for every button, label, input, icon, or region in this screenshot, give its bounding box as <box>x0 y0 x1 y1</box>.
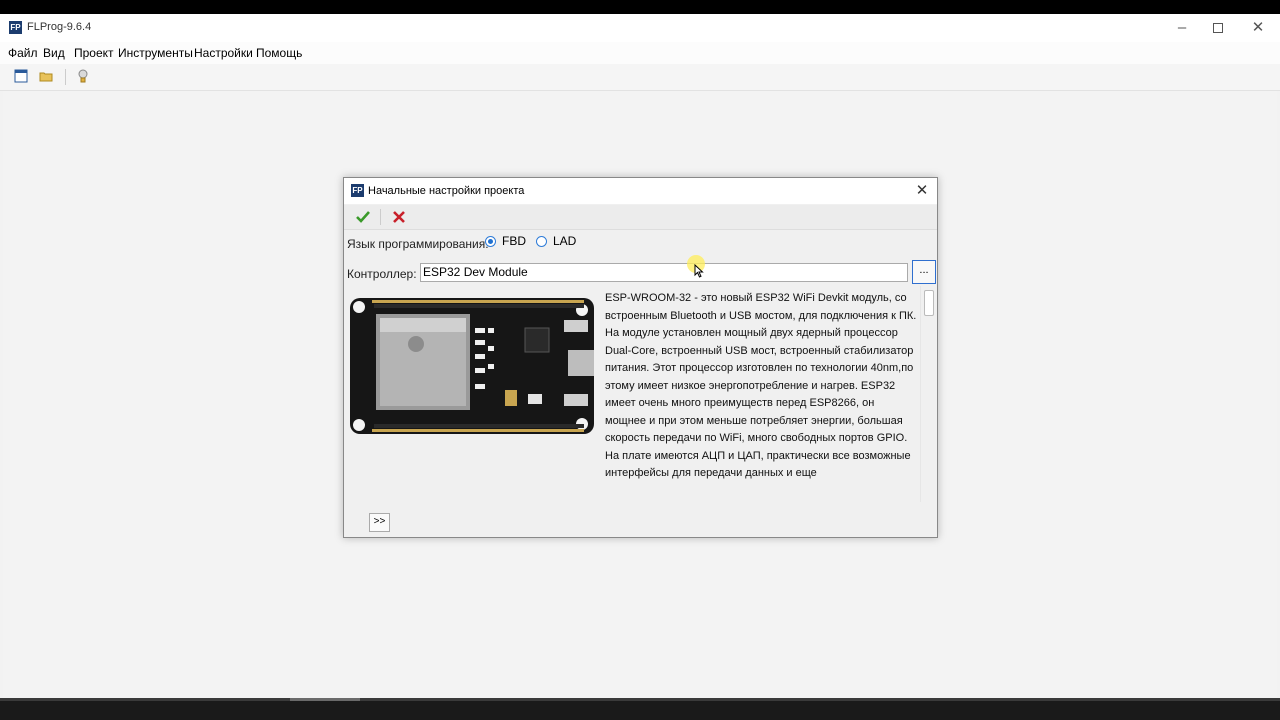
taskbar <box>0 698 1280 720</box>
taskbar-strip <box>0 698 1280 701</box>
new-project-button[interactable] <box>14 69 30 85</box>
menu-settings[interactable]: Настройки <box>194 46 253 60</box>
scrollbar-thumb[interactable] <box>924 290 934 316</box>
menu-bar: Файл Вид Проект Инструменты Настройки По… <box>0 42 1280 64</box>
radio-lad[interactable] <box>536 235 547 247</box>
window-titlebar[interactable]: FP FLProg-9.6.4 – ✕ <box>0 14 1280 42</box>
dialog-toolbar <box>344 205 937 230</box>
app-logo-icon: FP <box>9 21 22 34</box>
mouse-cursor-icon <box>694 264 704 278</box>
next-button[interactable]: >> <box>369 513 390 532</box>
close-button[interactable]: ✕ <box>1238 14 1278 42</box>
maximize-icon <box>1213 23 1223 33</box>
lamp-icon <box>78 69 88 83</box>
radio-fbd-label: FBD <box>502 234 526 248</box>
language-option-fbd[interactable]: FBD <box>485 234 526 248</box>
debug-button[interactable] <box>76 69 92 85</box>
toolbar-separator <box>65 69 66 85</box>
main-toolbar <box>0 64 1280 91</box>
menu-tools[interactable]: Инструменты <box>118 46 193 60</box>
maximize-button[interactable] <box>1198 14 1238 42</box>
browse-controller-button[interactable]: ... <box>912 260 936 284</box>
new-project-icon <box>14 69 28 83</box>
cross-icon <box>393 211 405 223</box>
cancel-button[interactable] <box>390 208 408 226</box>
esp32-board-image <box>350 298 594 434</box>
folder-icon <box>39 72 53 82</box>
dialog-titlebar[interactable]: FP Начальные настройки проекта ✕ <box>344 178 937 204</box>
controller-description: ESP-WROOM-32 - это новый ESP32 WiFi Devk… <box>605 292 917 479</box>
checkmark-icon <box>356 211 370 223</box>
dialog-title: Начальные настройки проекта <box>368 185 525 197</box>
taskbar-active-app[interactable] <box>290 698 360 701</box>
menu-help[interactable]: Помощь <box>256 46 302 60</box>
window-title: FLProg-9.6.4 <box>27 21 92 33</box>
minimize-button[interactable]: – <box>1162 14 1202 42</box>
dialog-toolbar-separator <box>380 209 381 225</box>
description-scrollbar[interactable] <box>920 286 935 502</box>
radio-lad-label: LAD <box>553 234 577 248</box>
accept-button[interactable] <box>354 208 372 226</box>
language-option-lad[interactable]: LAD <box>536 234 576 248</box>
menu-project[interactable]: Проект <box>74 46 114 60</box>
open-project-button[interactable] <box>39 69 55 85</box>
controller-label: Контроллер: <box>347 267 417 281</box>
menu-file[interactable]: Файл <box>8 46 38 60</box>
project-settings-dialog: FP Начальные настройки проекта ✕ Язык пр… <box>343 177 938 538</box>
dialog-logo-icon: FP <box>351 184 364 197</box>
language-label: Язык программирования: <box>347 237 489 251</box>
controller-field[interactable]: ESP32 Dev Module <box>420 263 908 282</box>
radio-fbd[interactable] <box>485 235 496 247</box>
dialog-close-button[interactable]: ✕ <box>910 180 934 202</box>
menu-view[interactable]: Вид <box>43 46 65 60</box>
